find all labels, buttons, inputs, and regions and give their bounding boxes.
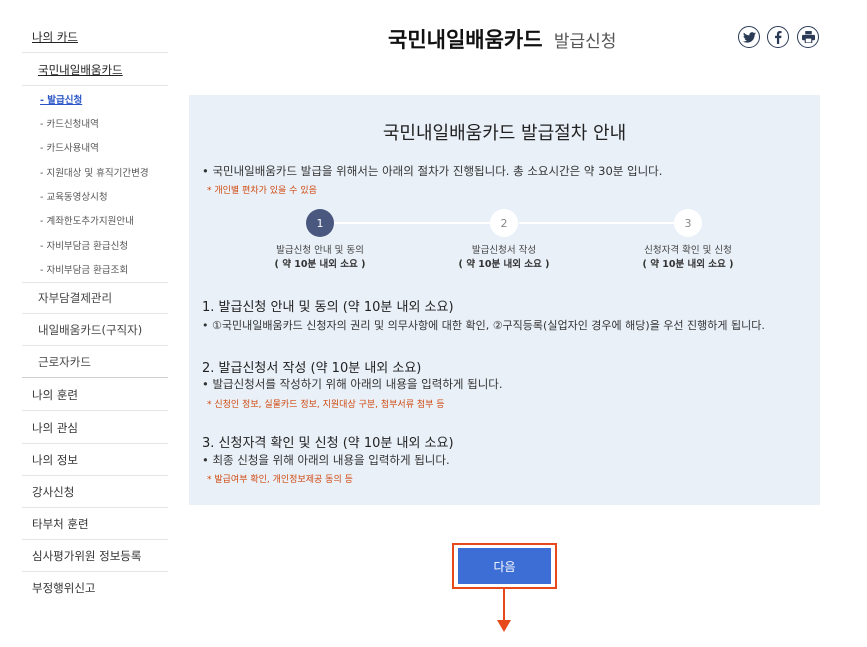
sidebar-subitem-card-usage[interactable]: - 카드사용내역 — [40, 140, 99, 154]
page-title: 국민내일배움카드 발급신청 — [388, 24, 616, 54]
sidebar-item-self-pay[interactable]: 자부담결제관리 — [38, 290, 112, 306]
divider — [22, 539, 168, 540]
divider — [22, 507, 168, 508]
page-subtitle: 발급신청 — [553, 32, 617, 52]
step-2-name: 발급신청서 작성 — [471, 245, 537, 256]
sidebar-item-my-info[interactable]: 나의 정보 — [32, 452, 78, 468]
pointer-arrow-shaft — [503, 589, 505, 623]
sidebar-subitem-card-history[interactable]: - 카드신청내역 — [40, 116, 99, 130]
sidebar-subitem-eligibility-change[interactable]: - 지원대상 및 휴직기간변경 — [40, 165, 149, 179]
step-connector — [519, 222, 689, 224]
intro-note: * 개인별 편차가 있을 수 있음 — [207, 186, 317, 196]
divider — [22, 571, 168, 572]
sidebar-item-reviewer-register[interactable]: 심사평가위원 정보등록 — [32, 548, 141, 564]
section-1-title: 1. 발급신청 안내 및 동의 (약 10분 내외 소요) — [202, 300, 454, 315]
step-1-circle: 1 — [306, 209, 334, 237]
divider — [22, 52, 168, 53]
panel-title: 국민내일배움카드 발급절차 안내 — [382, 123, 627, 144]
print-icon[interactable] — [797, 26, 819, 48]
divider — [22, 410, 168, 411]
step-1-label: 발급신청 안내 및 동의 ( 약 10분 내외 소요 ) — [240, 244, 400, 272]
sidebar-subitem-refund-inquiry[interactable]: - 자비부담금 환급조회 — [40, 262, 128, 276]
section-1-body: • ①국민내일배움카드 신청자의 권리 및 의무사항에 대한 확인, ②구직등록… — [202, 319, 765, 332]
sidebar-item-my-interest[interactable]: 나의 관심 — [32, 420, 78, 436]
issue-procedure-panel: 국민내일배움카드 발급절차 안내 • 국민내일배움카드 발급을 위해서는 아래의… — [189, 95, 820, 505]
section-2-note: * 신청인 정보, 실물카드 정보, 지원대상 구분, 첨부서류 첨부 등 — [207, 400, 445, 410]
step-3-label: 신청자격 확인 및 신청 ( 약 10분 내외 소요 ) — [608, 244, 768, 272]
divider — [22, 475, 168, 476]
step-3-time: ( 약 10분 내외 소요 ) — [642, 259, 734, 270]
divider — [22, 85, 168, 86]
divider — [22, 443, 168, 444]
step-3-name: 신청자격 확인 및 신청 — [644, 245, 732, 256]
divider — [22, 377, 168, 378]
facebook-icon[interactable] — [767, 26, 789, 48]
section-2-body: • 발급신청서를 작성하기 위해 아래의 내용을 입력하게 됩니다. — [202, 377, 503, 391]
sidebar-subitem-edu-video[interactable]: - 교육동영상시청 — [40, 189, 108, 203]
divider — [22, 282, 168, 283]
sidebar-item-instructor-apply[interactable]: 강사신청 — [32, 484, 74, 500]
section-2-title: 2. 발급신청서 작성 (약 10분 내외 소요) — [202, 361, 422, 376]
divider — [22, 345, 168, 346]
step-3-circle: 3 — [674, 209, 702, 237]
sidebar-subitem-issue-apply[interactable]: - 발급신청 — [40, 92, 82, 106]
sidebar-item-fraud-report[interactable]: 부정행위신고 — [32, 580, 95, 596]
section-3-body: • 최종 신청을 위해 아래의 내용을 입력하게 됩니다. — [202, 453, 450, 467]
step-connector — [334, 222, 504, 224]
sidebar-item-my-card[interactable]: 나의 카드 — [32, 29, 78, 45]
sidebar-item-national-card[interactable]: 국민내일배움카드 — [38, 62, 123, 78]
sidebar-subitem-refund-apply[interactable]: - 자비부담금 환급신청 — [40, 238, 128, 252]
sidebar-item-worker-card[interactable]: 근로자카드 — [38, 354, 91, 370]
section-3-title: 3. 신청자격 확인 및 신청 (약 10분 내외 소요) — [202, 436, 454, 451]
pointer-arrow-head — [497, 620, 511, 632]
sidebar-item-my-training[interactable]: 나의 훈련 — [32, 387, 78, 403]
intro-text: • 국민내일배움카드 발급을 위해서는 아래의 절차가 진행됩니다. 총 소요시… — [202, 164, 663, 178]
next-button[interactable]: 다음 — [458, 548, 551, 584]
twitter-icon[interactable] — [738, 26, 760, 48]
page-title-main: 국민내일배움카드 — [388, 28, 543, 52]
step-2-time: ( 약 10분 내외 소요 ) — [458, 259, 550, 270]
sidebar-nav: 나의 카드 국민내일배움카드 - 발급신청 - 카드신청내역 - 카드사용내역 … — [0, 0, 168, 647]
sidebar-item-other-training[interactable]: 타부처 훈련 — [32, 516, 89, 532]
step-1-name: 발급신청 안내 및 동의 — [276, 245, 364, 256]
section-3-note: * 발급여부 확인, 개인정보제공 동의 등 — [207, 475, 353, 485]
sidebar-subitem-limit-support[interactable]: - 계좌한도추가지원안내 — [40, 213, 134, 227]
step-2-label: 발급신청서 작성 ( 약 10분 내외 소요 ) — [424, 244, 584, 272]
sidebar-item-jobseeker-card[interactable]: 내일배움카드(구직자) — [38, 322, 142, 338]
divider — [22, 313, 168, 314]
step-1-time: ( 약 10분 내외 소요 ) — [274, 259, 366, 270]
step-2-circle: 2 — [490, 209, 518, 237]
